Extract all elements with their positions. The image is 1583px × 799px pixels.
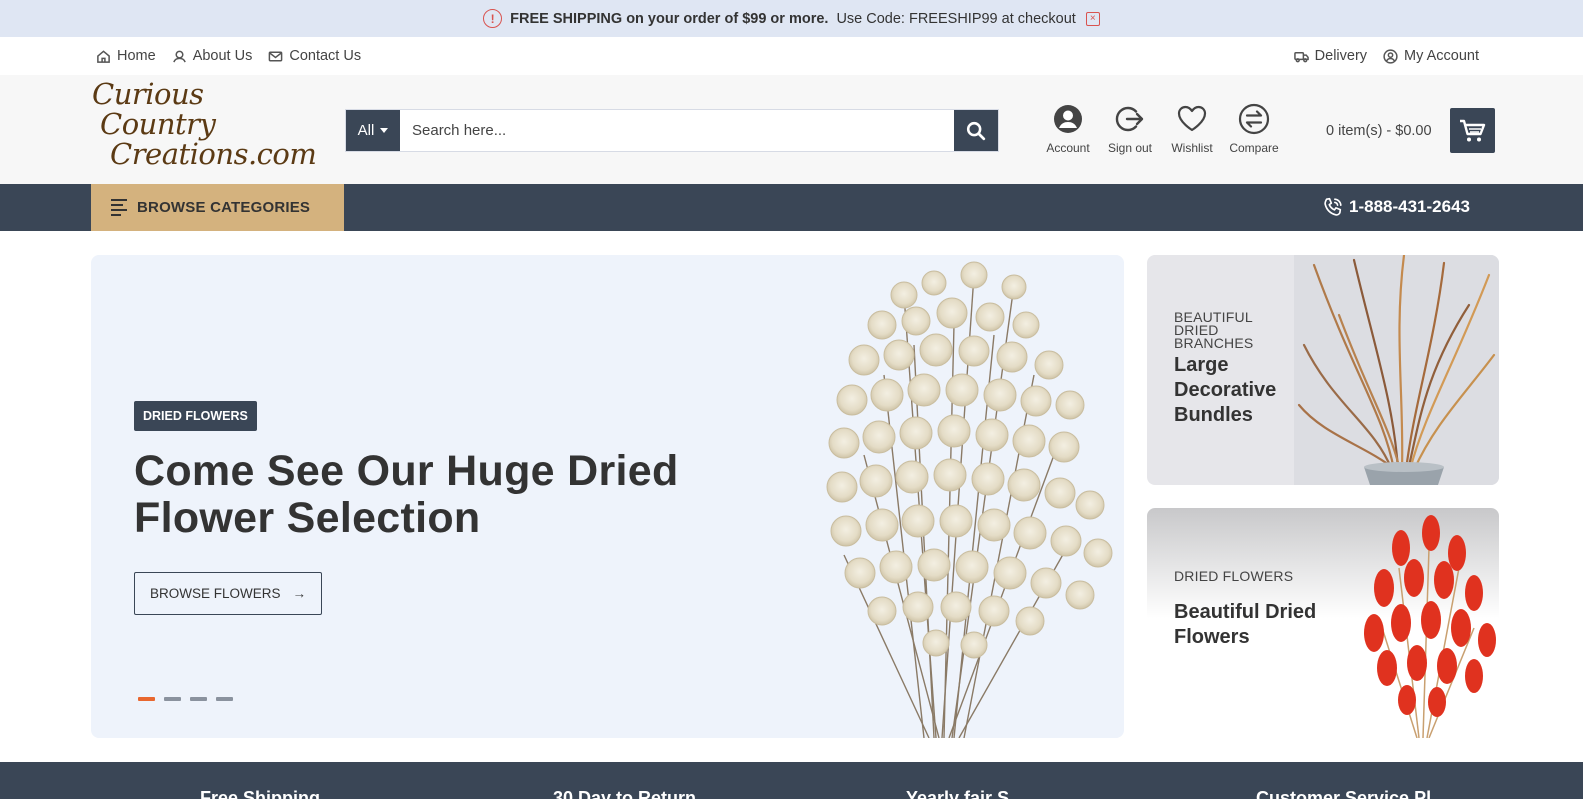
banner-title: Beautiful Dried Flowers xyxy=(1174,601,1317,648)
feature-heading: 30 Day to Return xyxy=(553,788,697,799)
user-circle-icon xyxy=(1383,48,1398,64)
search-category-label: All xyxy=(357,122,375,139)
close-icon[interactable]: × xyxy=(1085,11,1100,26)
about-us-label: About Us xyxy=(192,48,253,64)
browse-categories-button[interactable]: BROWSE CATEGORIES xyxy=(91,184,344,231)
phone-link[interactable]: 1-888-431-2643 xyxy=(1322,196,1470,218)
dried-branches-image xyxy=(1294,255,1499,485)
browse-flowers-button[interactable]: BROWSE FLOWERS → xyxy=(134,572,322,615)
cart-summary: 0 item(s) - $0.00 xyxy=(1326,122,1432,139)
slider-dot[interactable] xyxy=(216,697,233,701)
menu-lines-icon xyxy=(111,196,127,219)
compare-button[interactable]: Compare xyxy=(1229,103,1279,155)
browse-categories-label: BROWSE CATEGORIES xyxy=(137,199,311,216)
delivery-label: Delivery xyxy=(1314,48,1368,64)
sign-out-label: Sign out xyxy=(1107,141,1153,155)
account-label: Account xyxy=(1046,141,1090,155)
compare-icon xyxy=(1238,103,1270,135)
promo-banner-branches[interactable]: BEAUTIFUL DRIED BRANCHES Large Decorativ… xyxy=(1147,255,1499,485)
alert-icon: ! xyxy=(483,9,503,28)
home-icon xyxy=(97,49,110,63)
promo-bar: ! FREE SHIPPING on your order of $99 or … xyxy=(0,0,1583,37)
logo-line-1: Curious xyxy=(92,77,204,111)
cart-icon xyxy=(1460,119,1486,141)
home-link[interactable]: Home xyxy=(96,48,156,64)
sign-out-button[interactable]: Sign out xyxy=(1106,103,1154,155)
my-account-link[interactable]: My Account xyxy=(1383,48,1479,64)
search-icon xyxy=(966,121,986,140)
phone-icon xyxy=(1324,197,1342,216)
cart[interactable]: 0 item(s) - $0.00 xyxy=(1326,108,1495,153)
promo-banner-dried-flowers[interactable]: DRIED FLOWERS Beautiful Dried Flowers xyxy=(1147,508,1499,738)
top-links-left: Home About Us Contact Us xyxy=(96,48,361,64)
home-link-label: Home xyxy=(117,48,156,64)
top-links-bar: Home About Us Contact Us Delivery My Acc… xyxy=(0,37,1583,75)
slider-dot[interactable] xyxy=(164,697,181,701)
contact-us-link[interactable]: Contact Us xyxy=(268,48,361,64)
slider-dots xyxy=(138,697,233,701)
hero-title: Come See Our Huge Dried Flower Selection xyxy=(134,447,679,542)
feature-heading: Free Shipping xyxy=(200,788,321,799)
slider-dot[interactable] xyxy=(138,697,155,701)
slider-dot[interactable] xyxy=(190,697,207,701)
red-dried-flowers-image xyxy=(1364,515,1496,738)
about-icon xyxy=(172,50,186,62)
about-us-link[interactable]: About Us xyxy=(172,48,253,64)
arrow-right-icon: → xyxy=(292,586,307,601)
delivery-link[interactable]: Delivery xyxy=(1293,48,1368,64)
main-nav: BROWSE CATEGORIES 1-888-431-2643 xyxy=(0,184,1583,231)
wishlist-label: Wishlist xyxy=(1171,141,1213,155)
feature-heading: Customer Service Pl xyxy=(1256,788,1432,799)
logo-line-2: Country xyxy=(100,107,216,141)
sign-out-icon xyxy=(1115,106,1144,132)
promo-bold-text: FREE SHIPPING on your order of $99 or mo… xyxy=(510,10,829,27)
banner-subtitle: DRIED FLOWERS xyxy=(1174,568,1294,584)
dried-flower-bouquet-image xyxy=(826,261,1113,738)
promo-text: Use Code: FREESHIP99 at checkout xyxy=(836,10,1076,27)
heart-icon xyxy=(1177,105,1207,132)
browse-flowers-label: BROWSE FLOWERS xyxy=(149,586,281,601)
hero-category-tag: DRIED FLOWERS xyxy=(134,401,257,431)
search-category-select[interactable]: All xyxy=(346,110,400,151)
banner-title: Large Decorative Bundles xyxy=(1174,354,1277,426)
site-header: Curious Country Creations.com All Accoun… xyxy=(0,75,1583,184)
wishlist-button[interactable]: Wishlist xyxy=(1168,103,1216,155)
cart-button[interactable] xyxy=(1449,108,1495,153)
site-logo[interactable]: Curious Country Creations.com xyxy=(92,77,317,171)
account-button[interactable]: Account xyxy=(1044,103,1092,155)
banner-subtitle: BEAUTIFUL DRIED BRANCHES xyxy=(1174,309,1254,351)
caret-down-icon xyxy=(380,128,389,133)
search-bar: All xyxy=(345,109,999,152)
my-account-label: My Account xyxy=(1404,48,1479,64)
mail-icon xyxy=(269,51,283,61)
account-icon xyxy=(1054,105,1082,133)
feature-heading: Yearly fair S xyxy=(906,788,1010,799)
contact-us-label: Contact Us xyxy=(289,48,362,64)
phone-number: 1-888-431-2643 xyxy=(1349,197,1470,216)
search-button[interactable] xyxy=(954,110,998,151)
search-input[interactable] xyxy=(400,110,954,151)
logo-line-3: Creations.com xyxy=(110,137,317,171)
compare-label: Compare xyxy=(1229,141,1279,155)
hero-slider: DRIED FLOWERS Come See Our Huge Dried Fl… xyxy=(91,255,1124,738)
features-strip: Free Shipping 30 Day to Return Yearly fa… xyxy=(0,762,1583,799)
header-icons: Account Sign out Wishlist Compare xyxy=(1044,103,1279,155)
truck-icon xyxy=(1293,51,1309,62)
top-links-right: Delivery My Account xyxy=(1293,48,1479,64)
